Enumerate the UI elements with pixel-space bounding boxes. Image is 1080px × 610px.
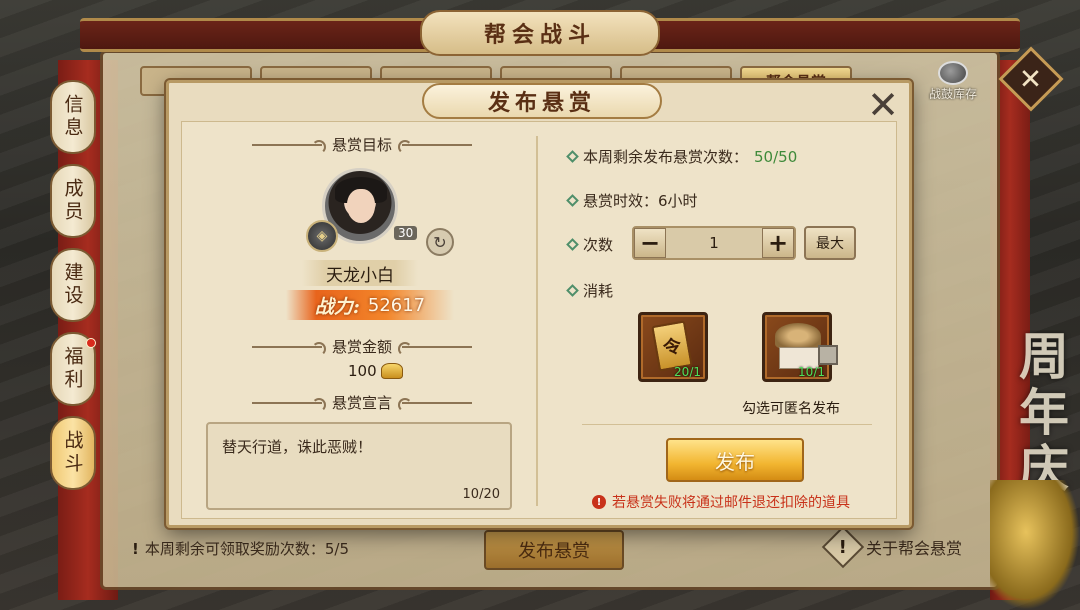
- guild-battle-title-plate: 帮会战斗: [420, 10, 660, 56]
- outer-reward-remaining: ! 本周剩余可领取奖励次数：5/5: [132, 538, 349, 559]
- declaration-header: 悬赏宣言: [331, 394, 392, 412]
- column-divider: [536, 136, 538, 506]
- refund-warning: ! 若悬赏失败将通过邮件退还扣除的道具: [592, 492, 850, 512]
- combat-power-value: 52617: [367, 294, 426, 316]
- warning-icon: !: [592, 495, 606, 509]
- combat-power-label: 战力:: [314, 295, 360, 318]
- minus-icon: −: [639, 229, 661, 257]
- modal-content: 悬赏目标 ◈ 30 ↻ 天龙小白 战力: 52617 悬赏金额 100 悬赏宣言…: [181, 121, 897, 519]
- count-value[interactable]: 1: [666, 234, 762, 252]
- item-count: 10/1: [798, 365, 825, 379]
- ornament-right: [398, 139, 472, 154]
- anonymous-checkbox[interactable]: [818, 345, 838, 365]
- dragon-decoration: [990, 480, 1080, 610]
- refresh-icon: ↻: [433, 232, 447, 252]
- modal-close-button[interactable]: ✕: [865, 83, 901, 127]
- bullet-diamond-icon: [566, 238, 579, 251]
- cost-item-bounty-token[interactable]: 令 20/1: [638, 312, 708, 382]
- bullet-diamond-icon: [566, 150, 579, 163]
- guild-battle-title: 帮会战斗: [483, 22, 596, 48]
- info-diamond-icon: !: [821, 525, 865, 569]
- side-nav-construction[interactable]: 建设: [50, 248, 96, 322]
- target-name: 天龙小白: [302, 260, 418, 286]
- anonymous-label: 勾选可匿名发布: [742, 401, 840, 417]
- about-guild-bounty-label: 关于帮会悬赏: [866, 539, 963, 558]
- ornament-right: [398, 341, 472, 356]
- outer-publish-bounty-tab[interactable]: 发布悬赏: [484, 530, 624, 570]
- target-section-header: 悬赏目标: [222, 134, 502, 155]
- target-header: 悬赏目标: [331, 136, 392, 154]
- war-drum-stock[interactable]: 战鼓库存: [918, 56, 988, 102]
- max-button[interactable]: 最大: [804, 226, 856, 260]
- side-nav: 信息 成员 建设 福利 战斗: [50, 80, 98, 490]
- about-guild-bounty-button[interactable]: ! 关于帮会悬赏: [821, 525, 963, 569]
- decrement-button[interactable]: −: [634, 228, 666, 258]
- bounty-amount-value: 100: [348, 362, 377, 380]
- duration-row: 悬赏时效：6小时: [566, 190, 698, 211]
- count-row: 次数: [566, 234, 614, 255]
- ornament-left: [251, 341, 326, 356]
- declaration-char-count: 10/20: [462, 487, 500, 502]
- bamboo-hat-icon: [775, 323, 821, 349]
- bounty-amount: 100: [348, 362, 403, 380]
- item-count: 20/1: [674, 365, 701, 379]
- war-drum-label: 战鼓库存: [928, 87, 977, 101]
- cost-label: 消耗: [583, 282, 614, 300]
- remaining-publishes-value: 50/50: [754, 147, 798, 166]
- gold-ingot-icon: [380, 363, 403, 379]
- refund-warning-text: 若悬赏失败将通过邮件退还扣除的道具: [612, 495, 850, 511]
- remaining-publishes-label: 本周剩余发布悬赏次数：: [583, 148, 749, 166]
- refresh-target-button[interactable]: ↻: [426, 228, 454, 256]
- count-stepper: − 1 +: [632, 226, 796, 260]
- bullet-diamond-icon: [566, 284, 579, 297]
- side-nav-members[interactable]: 成员: [50, 164, 96, 238]
- bounty-token-icon: 令: [651, 320, 693, 372]
- amount-section-header: 悬赏金额: [222, 336, 502, 357]
- avatar-face: [347, 189, 375, 223]
- side-nav-welfare-label: 福利: [61, 346, 84, 392]
- clan-emblem-icon: ◈: [306, 220, 338, 252]
- amount-header: 悬赏金额: [331, 338, 392, 356]
- row-divider: [582, 424, 872, 425]
- ornament-left: [251, 397, 326, 412]
- exclamation-icon: !: [838, 536, 848, 558]
- modal-title-plate: 发布悬赏: [422, 83, 662, 119]
- exclamation-icon: !: [132, 539, 139, 558]
- notification-dot: [86, 338, 96, 348]
- publish-bounty-modal: 发布悬赏 ✕ 悬赏目标 ◈ 30 ↻ 天龙小白 战力: 52617 悬赏金额 1…: [166, 80, 912, 528]
- war-drum-icon: [938, 61, 968, 85]
- cost-row: 消耗: [566, 280, 614, 301]
- duration-label: 悬赏时效：6小时: [583, 192, 698, 210]
- modal-title-wrap: 发布悬赏: [401, 81, 683, 121]
- close-icon: ✕: [1019, 62, 1043, 96]
- side-nav-battle[interactable]: 战斗: [50, 416, 96, 490]
- count-label: 次数: [583, 236, 614, 254]
- increment-button[interactable]: +: [762, 228, 794, 258]
- ornament-left: [251, 139, 326, 154]
- publish-button[interactable]: 发布: [666, 438, 804, 482]
- plus-icon: +: [767, 229, 789, 257]
- remaining-publishes-row: 本周剩余发布悬赏次数： 50/50: [566, 146, 798, 167]
- outer-reward-remaining-text: 本周剩余可领取奖励次数：5/5: [144, 540, 349, 558]
- combat-power: 战力: 52617: [286, 290, 454, 320]
- bullet-diamond-icon: [566, 194, 579, 207]
- target-level: 30: [394, 226, 418, 240]
- declaration-section-header: 悬赏宣言: [222, 392, 502, 413]
- side-nav-welfare[interactable]: 福利: [50, 332, 96, 406]
- modal-title: 发布悬赏: [487, 90, 596, 116]
- declaration-text: 替天行道，诛此恶贼！: [222, 438, 373, 456]
- ornament-right: [398, 397, 472, 412]
- declaration-input[interactable]: 替天行道，诛此恶贼！ 10/20: [206, 422, 512, 510]
- count-control: − 1 + 最大: [632, 226, 856, 260]
- side-nav-info[interactable]: 信息: [50, 80, 96, 154]
